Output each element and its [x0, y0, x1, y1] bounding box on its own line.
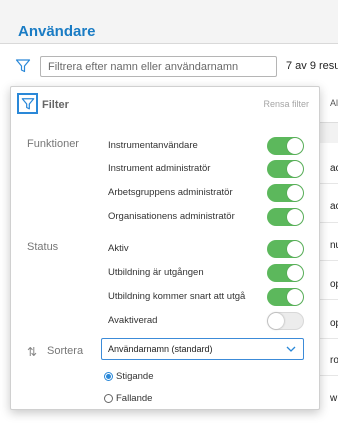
divider [320, 183, 338, 184]
divider [320, 260, 338, 261]
filter-icon [15, 59, 31, 73]
toggle-knob [287, 265, 303, 281]
radio-button[interactable] [104, 394, 113, 403]
table-row[interactable]: op [330, 318, 338, 329]
table-row[interactable]: nu [330, 240, 338, 251]
clear-filter-link[interactable]: Rensa filter [263, 99, 309, 109]
table-column-header[interactable]: Al [330, 98, 338, 108]
toggle-knob [287, 161, 303, 177]
table-row[interactable]: ro [330, 355, 338, 366]
toggle-knob [287, 241, 303, 257]
function-option-label: Instrument administratör [108, 163, 211, 174]
sort-select[interactable]: Användarnamn (standard) [101, 338, 304, 360]
filter-icon [21, 97, 34, 109]
divider [320, 222, 338, 223]
status-option-label: Avaktiverad [108, 315, 158, 326]
radio-label: Stigande [116, 371, 154, 382]
radio-label: Fallande [116, 393, 153, 404]
radio-button[interactable] [104, 372, 113, 381]
toolbar: 7 av 9 resu [0, 44, 338, 88]
table-row[interactable]: ac [330, 163, 338, 174]
toggle-instrumentanvandare[interactable] [267, 137, 304, 155]
sort-order-ascending[interactable]: Stigande [104, 371, 154, 382]
toggle-avaktiverad[interactable] [267, 312, 304, 330]
sort-label: Sortera [47, 345, 84, 357]
title-bar: Användare [0, 0, 338, 44]
table-row[interactable]: op [330, 279, 338, 290]
toggle-arbetsgruppens-administrator[interactable] [267, 184, 304, 202]
toggle-utbildning-snart[interactable] [267, 288, 304, 306]
page-title: Användare [18, 23, 96, 40]
divider [320, 375, 338, 376]
filter-button[interactable] [12, 56, 34, 76]
functions-section-label: Funktioner [27, 138, 79, 150]
status-option-label: Aktiv [108, 243, 129, 254]
status-option-label: Utbildning kommer snart att utgå [108, 291, 246, 302]
divider [320, 299, 338, 300]
toggle-utbildning-utgangen[interactable] [267, 264, 304, 282]
sort-select-value: Användarnamn (standard) [108, 344, 213, 354]
table-header-stripe [320, 123, 338, 143]
function-option-label: Arbetsgruppens administratör [108, 187, 233, 198]
table-row[interactable]: ac [330, 201, 338, 212]
toggle-instrument-administrator[interactable] [267, 160, 304, 178]
toggle-knob [268, 313, 284, 329]
toggle-aktiv[interactable] [267, 240, 304, 258]
toggle-organisationens-administrator[interactable] [267, 208, 304, 226]
function-option-label: Instrumentanvändare [108, 140, 198, 151]
table-row[interactable]: w [330, 393, 337, 404]
filter-panel-title: Filter [42, 99, 69, 111]
result-count: 7 av 9 resu [286, 60, 338, 72]
sort-icon: ⇅ [27, 345, 38, 359]
sort-order-descending[interactable]: Fallande [104, 393, 152, 404]
divider [320, 338, 338, 339]
filter-panel: Filter Rensa filter Funktioner Instrumen… [10, 86, 320, 410]
function-option-label: Organisationens administratör [108, 211, 235, 222]
toggle-knob [287, 185, 303, 201]
toggle-knob [287, 209, 303, 225]
chevron-down-icon [286, 346, 296, 352]
status-option-label: Utbildning är utgången [108, 267, 204, 278]
panel-filter-button[interactable] [17, 93, 38, 114]
toggle-knob [287, 289, 303, 305]
status-section-label: Status [27, 241, 59, 253]
search-input[interactable] [40, 56, 277, 77]
toggle-knob [287, 138, 303, 154]
